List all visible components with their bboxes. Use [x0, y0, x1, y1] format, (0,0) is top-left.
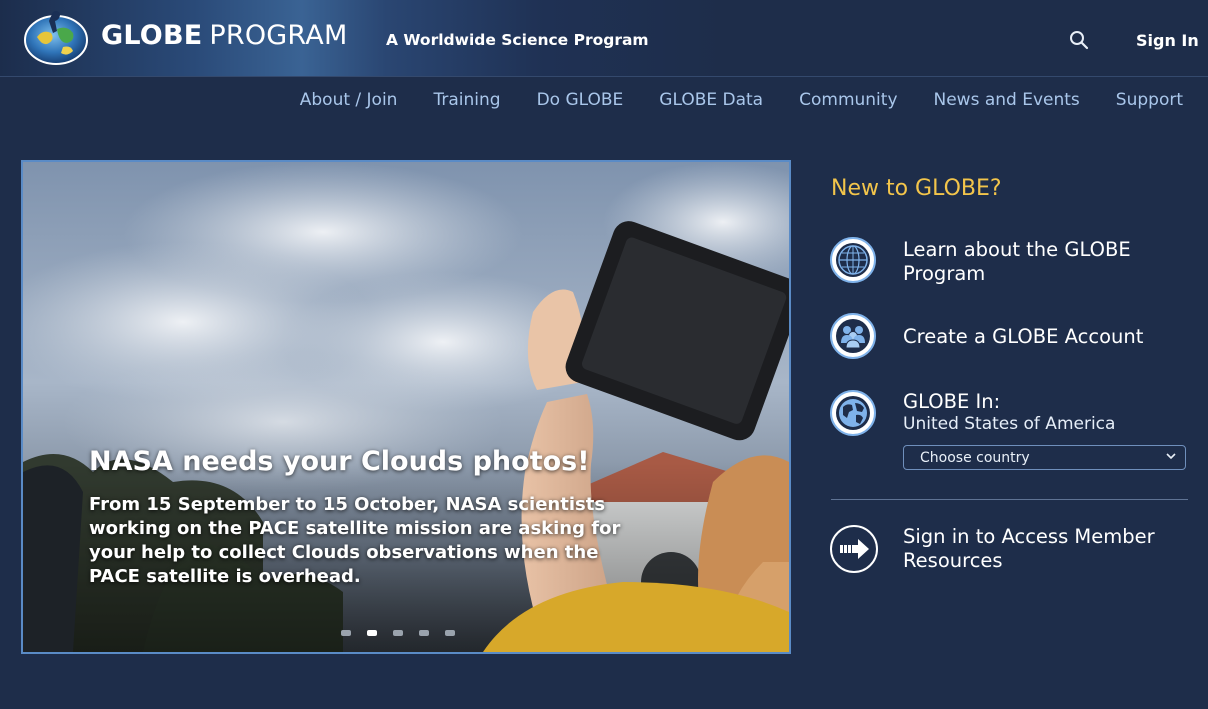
- learn-about-label-line2: Program: [903, 262, 986, 285]
- brand-light: PROGRAM: [209, 20, 348, 51]
- people-icon: [830, 313, 876, 359]
- member-resources-link[interactable]: Sign in to Access Member Resources: [830, 525, 1188, 575]
- globe-logo[interactable]: [23, 7, 89, 65]
- arrow-right-icon: [830, 525, 878, 573]
- nav-support[interactable]: Support: [1116, 90, 1183, 116]
- brand-name[interactable]: GLOBE PROGRAM: [101, 20, 347, 60]
- globe-in-country: GLOBE In: United States of America: [830, 390, 1188, 438]
- carousel-dot-2[interactable]: [367, 630, 377, 636]
- globe-grid-icon: [830, 237, 876, 283]
- create-account-link[interactable]: Create a GLOBE Account: [830, 313, 1188, 361]
- carousel-dot-3[interactable]: [393, 630, 403, 636]
- site-header: GLOBE PROGRAM A Worldwide Science Program…: [0, 0, 1208, 77]
- sign-in-link[interactable]: Sign In: [1136, 31, 1199, 50]
- member-resources-label-line2: Resources: [903, 549, 1003, 572]
- nav-training[interactable]: Training: [433, 90, 500, 116]
- new-to-globe-heading: New to GLOBE?: [831, 176, 1002, 201]
- learn-about-label-line1: Learn about the GLOBE: [903, 238, 1131, 261]
- create-account-label: Create a GLOBE Account: [903, 325, 1144, 348]
- carousel-dot-1[interactable]: [341, 630, 351, 636]
- hero-description: From 15 September to 15 October, NASA sc…: [89, 494, 621, 587]
- nav-do-globe[interactable]: Do GLOBE: [537, 90, 624, 116]
- nav-news-events[interactable]: News and Events: [934, 90, 1080, 116]
- carousel-indicators: [341, 630, 455, 636]
- main-nav: About / Join Training Do GLOBE GLOBE Dat…: [300, 90, 1183, 116]
- world-map-icon: [830, 390, 876, 436]
- learn-about-link[interactable]: Learn about the GLOBE Program: [830, 237, 1188, 287]
- hero-carousel[interactable]: NASA needs your Clouds photos! From 15 S…: [21, 160, 791, 654]
- member-resources-label-line1: Sign in to Access Member: [903, 525, 1155, 548]
- country-select-value: Choose country: [920, 450, 1030, 466]
- globe-in-label: GLOBE In:: [903, 390, 1001, 413]
- search-icon[interactable]: [1068, 29, 1090, 51]
- carousel-dot-5[interactable]: [445, 630, 455, 636]
- country-select[interactable]: Choose country: [903, 445, 1186, 470]
- sidebar-divider: [831, 499, 1188, 500]
- nav-globe-data[interactable]: GLOBE Data: [659, 90, 763, 116]
- hero-title[interactable]: NASA needs your Clouds photos!: [89, 446, 590, 477]
- carousel-dot-4[interactable]: [419, 630, 429, 636]
- nav-about-join[interactable]: About / Join: [300, 90, 398, 116]
- globe-in-country-name: United States of America: [903, 414, 1116, 434]
- brand-bold: GLOBE: [101, 20, 203, 51]
- tagline: A Worldwide Science Program: [386, 31, 649, 49]
- nav-community[interactable]: Community: [799, 90, 897, 116]
- chevron-down-icon: [1165, 450, 1177, 466]
